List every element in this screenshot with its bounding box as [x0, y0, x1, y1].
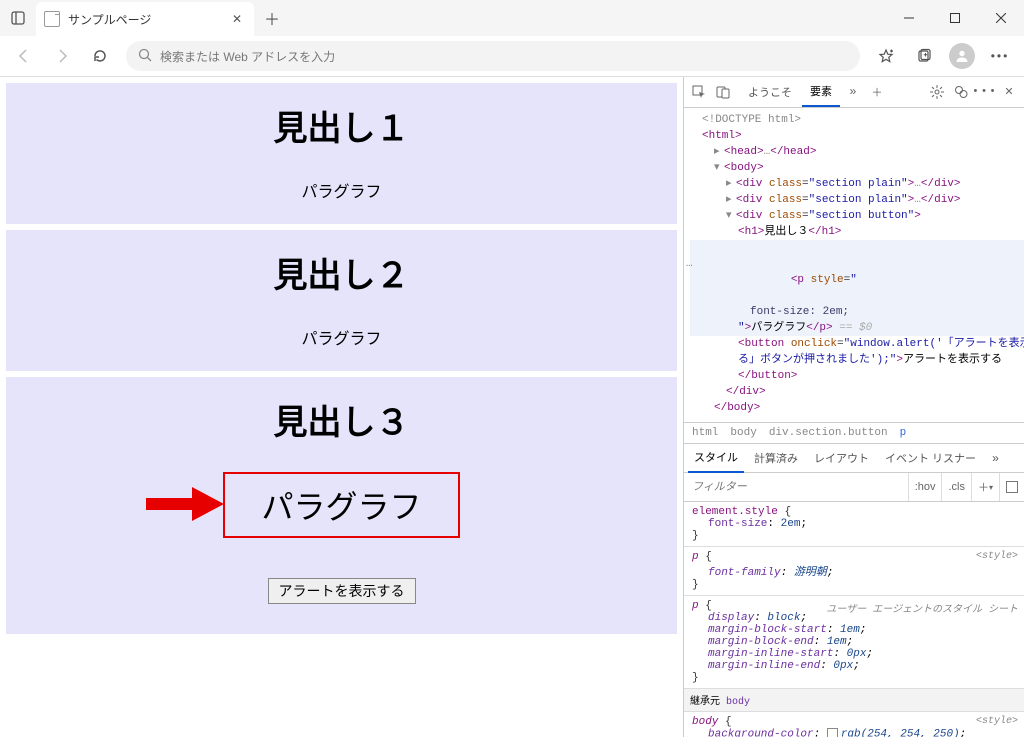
- styles-filter-input[interactable]: [684, 481, 908, 493]
- devtools-panel: ようこそ 要素 » ＋ ••• ✕ <!DOCTYPE html> <html>…: [683, 77, 1024, 737]
- dom-div-3[interactable]: <div class="section button">: [736, 210, 921, 222]
- styles-tab-listeners[interactable]: イベント リスナー: [879, 444, 982, 472]
- browser-menu-button[interactable]: •••: [982, 40, 1018, 72]
- crumb-body[interactable]: body: [730, 427, 756, 439]
- devtools-dom-tree[interactable]: <!DOCTYPE html> <html> ▸<head>…</head> ▾…: [684, 108, 1024, 422]
- styles-tab-computed[interactable]: 計算済み: [748, 444, 804, 472]
- arrow-annotation-icon: [146, 487, 224, 524]
- avatar-icon: [949, 43, 975, 69]
- devtools-tab-elements[interactable]: 要素: [802, 77, 840, 107]
- dom-h1[interactable]: <h1>見出し３</h1>: [738, 226, 841, 238]
- devtools-more-tabs-button[interactable]: »: [842, 80, 864, 104]
- rule-p-style[interactable]: <style> p { font-family: 游明朝; }: [684, 547, 1024, 596]
- crumb-html[interactable]: html: [692, 427, 718, 439]
- page-favicon-icon: [44, 11, 60, 27]
- tab-title: サンプルページ: [68, 11, 222, 28]
- styles-more-tabs-button[interactable]: »: [986, 445, 1005, 471]
- dom-html[interactable]: <html>: [702, 130, 742, 142]
- favorites-button[interactable]: [868, 40, 904, 72]
- dom-p-text[interactable]: ">パラグラフ</p> == $0: [690, 320, 1024, 336]
- dom-p-style[interactable]: font-size: 2em;: [690, 304, 1024, 320]
- dom-body[interactable]: <body>: [724, 162, 764, 174]
- devtools-menu-button[interactable]: •••: [974, 80, 996, 104]
- dom-head[interactable]: <head>…</head>: [724, 146, 816, 158]
- devtools-tab-welcome[interactable]: ようこそ: [740, 78, 800, 106]
- dom-body-close[interactable]: </body>: [690, 400, 1024, 416]
- heading-3: 見出し３: [6, 395, 677, 444]
- new-style-rule-button[interactable]: ＋▾: [971, 473, 999, 501]
- tab-actions-button[interactable]: [0, 0, 36, 36]
- highlighted-paragraph: パラグラフ: [223, 472, 459, 538]
- dom-doctype: <!DOCTYPE html>: [702, 114, 801, 126]
- section-2: 見出し２ パラグラフ: [6, 230, 677, 371]
- address-bar[interactable]: 検索または Web アドレスを入力: [126, 41, 860, 71]
- cls-toggle-button[interactable]: .cls: [941, 473, 971, 501]
- box-model-toggle-button[interactable]: [999, 473, 1024, 501]
- rule-element-style[interactable]: element.style { font-size: 2em; }: [684, 502, 1024, 547]
- address-bar-placeholder: 検索または Web アドレスを入力: [160, 48, 335, 65]
- heading-2: 見出し２: [6, 248, 677, 297]
- nav-refresh-button[interactable]: [82, 40, 118, 72]
- rule-body[interactable]: <style> body { background-color: rgb(254…: [684, 712, 1024, 737]
- page-viewport[interactable]: 見出し１ パラグラフ 見出し２ パラグラフ 見出し３ パラグラフ アラートを表示…: [0, 77, 683, 737]
- dom-div-3-close[interactable]: </div>: [690, 384, 1024, 400]
- dom-button[interactable]: <button onclick="window.alert('「アラートを表示す: [690, 336, 1024, 352]
- devtools-settings-button[interactable]: [926, 80, 948, 104]
- nav-forward-button[interactable]: [44, 40, 80, 72]
- paragraph-2: パラグラフ: [6, 325, 677, 349]
- nav-back-button[interactable]: [6, 40, 42, 72]
- inspect-element-button[interactable]: [688, 80, 710, 104]
- profile-button[interactable]: [944, 40, 980, 72]
- devtools-feedback-button[interactable]: [950, 80, 972, 104]
- section-1: 見出し１ パラグラフ: [6, 83, 677, 224]
- new-tab-button[interactable]: ＋: [258, 4, 286, 32]
- inherited-from-header: 継承元 body: [684, 689, 1024, 712]
- rule-p-ua[interactable]: ユーザー エージェントのスタイル シート p { display: block;…: [684, 596, 1024, 689]
- dom-div-1[interactable]: <div class="section plain">…</div>: [736, 178, 961, 190]
- devtools-close-button[interactable]: ✕: [998, 85, 1020, 99]
- browser-tab[interactable]: サンプルページ ✕: [36, 2, 254, 36]
- window-close-button[interactable]: [978, 2, 1024, 34]
- styles-tab-style[interactable]: スタイル: [688, 443, 744, 473]
- styles-tab-layout[interactable]: レイアウト: [808, 444, 875, 472]
- paragraph-1: パラグラフ: [6, 178, 677, 202]
- hov-toggle-button[interactable]: :hov: [908, 473, 942, 501]
- search-icon: [138, 48, 152, 65]
- devtools-breadcrumbs[interactable]: html body div.section.button p: [684, 422, 1024, 444]
- dom-div-2[interactable]: <div class="section plain">…</div>: [736, 194, 961, 206]
- dom-p-selected[interactable]: … <p style=": [690, 240, 1024, 304]
- window-maximize-button[interactable]: [932, 2, 978, 34]
- collections-button[interactable]: [906, 40, 942, 72]
- device-toolbar-button[interactable]: [712, 80, 734, 104]
- window-minimize-button[interactable]: [886, 2, 932, 34]
- crumb-p[interactable]: p: [900, 427, 907, 439]
- alert-button[interactable]: アラートを表示する: [268, 578, 416, 604]
- devtools-new-tab-button[interactable]: ＋: [866, 80, 888, 104]
- heading-1: 見出し１: [6, 101, 677, 150]
- tab-close-button[interactable]: ✕: [230, 12, 244, 26]
- crumb-div[interactable]: div.section.button: [769, 427, 888, 439]
- section-3: 見出し３ パラグラフ アラートを表示する: [6, 377, 677, 634]
